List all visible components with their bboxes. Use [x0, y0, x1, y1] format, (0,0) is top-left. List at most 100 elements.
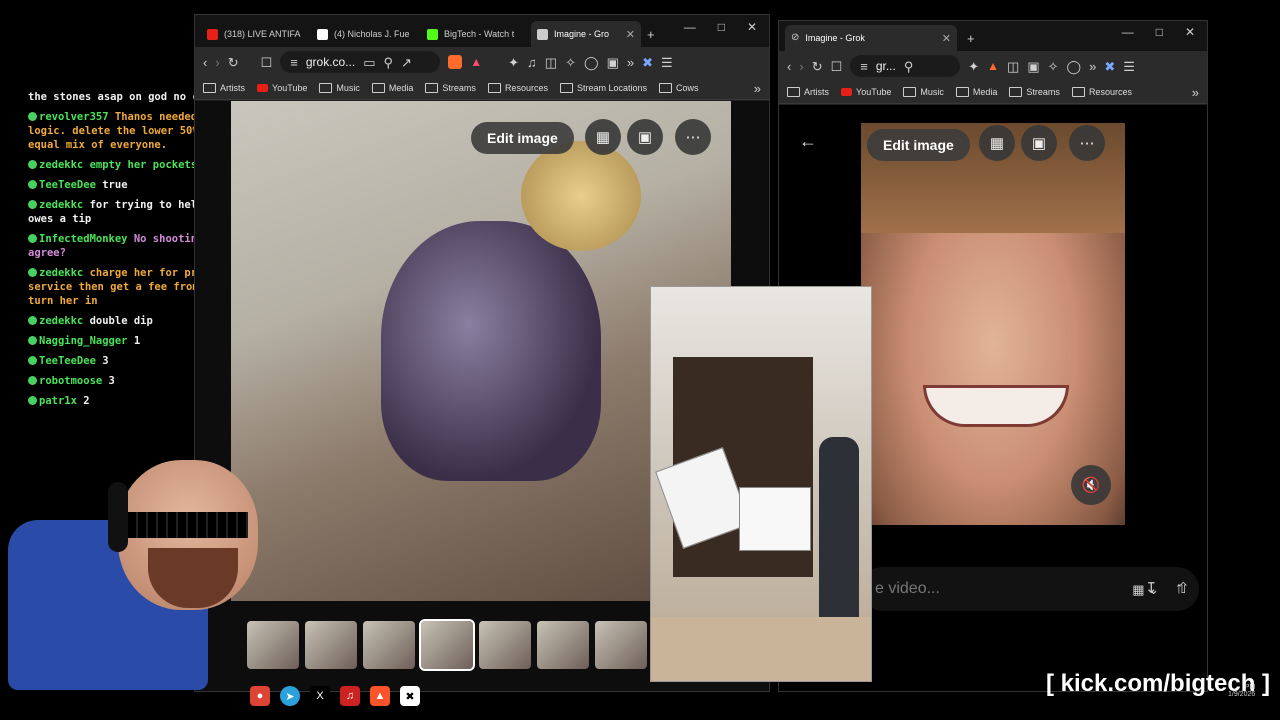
bookmark-cows[interactable]: Cows	[659, 83, 699, 93]
mute-icon[interactable]: 🔇	[1071, 465, 1111, 505]
thumbnail[interactable]	[419, 619, 475, 671]
tab-3[interactable]: Imagine - Gro ✕	[531, 21, 641, 47]
image-icon[interactable]: ▣	[1021, 125, 1057, 161]
thumbnail[interactable]	[305, 621, 357, 669]
forward-icon[interactable]: ›	[799, 60, 803, 73]
bookmark-artists[interactable]: Artists	[787, 87, 829, 97]
wallet-icon[interactable]: ▣	[607, 56, 619, 69]
more-options-icon[interactable]: ⋯	[1069, 125, 1105, 161]
edit-image-button[interactable]: Edit image	[867, 129, 970, 161]
bookmark-music[interactable]: Music	[319, 83, 360, 93]
bookmark-artists[interactable]: Artists	[203, 83, 245, 93]
back-icon[interactable]: ‹	[787, 60, 791, 73]
leo-icon[interactable]: ✧	[565, 56, 576, 69]
thumbnail[interactable]	[537, 621, 589, 669]
telegram-icon[interactable]: ➤	[280, 686, 300, 706]
close-window-icon[interactable]: ✕	[1185, 25, 1195, 39]
share-icon[interactable]: ↗	[401, 56, 412, 69]
bookmark-icon[interactable]: ☐	[261, 56, 273, 69]
voicemeeter-icon[interactable]: ♫	[340, 686, 360, 706]
music-icon[interactable]: ♫	[527, 56, 537, 69]
bookmark-resources[interactable]: Resources	[1071, 87, 1132, 97]
bookmark-media[interactable]: Media	[371, 83, 413, 93]
minimize-icon[interactable]: —	[1122, 25, 1134, 39]
tab-imagine-grok[interactable]: ⊘ Imagine - Grok ✕	[785, 25, 957, 51]
bookmark-resources[interactable]: Resources	[487, 83, 548, 93]
chat-username[interactable]: revolver357	[39, 111, 109, 123]
chat-username[interactable]: Nagging_Nagger	[39, 335, 128, 347]
sidebar-icon[interactable]: ◫	[1007, 60, 1019, 73]
bookmark-music[interactable]: Music	[903, 87, 944, 97]
bookmark-streams[interactable]: Streams	[1009, 87, 1060, 97]
chat-username[interactable]: zedekkc	[39, 159, 83, 171]
thumbnail[interactable]	[363, 621, 415, 669]
bookmark-stream-locations[interactable]: Stream Locations	[559, 83, 647, 93]
x-extension-icon[interactable]: ✖	[1104, 60, 1115, 73]
cast-icon[interactable]: ▭	[363, 56, 375, 69]
vpn-icon[interactable]: ◯	[584, 56, 599, 69]
menu-icon[interactable]: ☰	[661, 56, 673, 69]
minimize-icon[interactable]: —	[684, 20, 696, 34]
maximize-icon[interactable]: □	[718, 20, 725, 34]
video-icon[interactable]: ▦	[979, 125, 1015, 161]
address-bar[interactable]: ≡ gr... ⚲	[850, 55, 961, 77]
new-tab-icon[interactable]: +	[967, 32, 975, 45]
chat-username[interactable]: TeeTeeDee	[39, 355, 96, 367]
address-bar[interactable]: ≡ grok.co... ▭ ⚲ ↗	[280, 51, 441, 73]
back-icon[interactable]: ‹	[203, 56, 207, 69]
chat-username[interactable]: InfectedMonkey	[39, 233, 128, 245]
brave-shield-icon[interactable]: ▲	[987, 59, 999, 73]
prompt-input[interactable]: e video...	[875, 580, 940, 598]
brave-icon[interactable]: ▲	[370, 686, 390, 706]
extensions-icon[interactable]: ✦	[508, 56, 519, 69]
close-tab-icon[interactable]: ✕	[626, 28, 635, 41]
vpn-icon[interactable]: ◯	[1067, 60, 1082, 73]
download-icon[interactable]: ↧	[1145, 581, 1158, 596]
sidebar-icon[interactable]: ◫	[545, 56, 557, 69]
close-window-icon[interactable]: ✕	[747, 20, 757, 34]
extensions-icon[interactable]: ✦	[968, 60, 979, 73]
chat-username[interactable]: patr1x	[39, 395, 77, 407]
site-settings-icon[interactable]: ≡	[860, 60, 868, 73]
share-icon[interactable]: ⇧	[1177, 581, 1190, 596]
x-app-icon[interactable]: X	[310, 686, 330, 706]
thumbnail[interactable]	[247, 621, 299, 669]
forward-icon[interactable]: ›	[215, 56, 219, 69]
bookmark-streams[interactable]: Streams	[425, 83, 476, 93]
bookmark-youtube[interactable]: YouTube	[841, 87, 891, 97]
more-options-icon[interactable]: ⋯	[675, 119, 711, 155]
brave-rewards-icon[interactable]: ▲	[470, 55, 482, 69]
more-tools-icon[interactable]: »	[627, 56, 634, 69]
bookmark-icon[interactable]: ☐	[831, 60, 843, 73]
video-icon[interactable]: ▦	[585, 119, 621, 155]
thumbnail[interactable]	[595, 621, 647, 669]
chat-username[interactable]: TeeTeeDee	[39, 179, 96, 191]
leo-icon[interactable]: ✧	[1048, 60, 1059, 73]
chat-username[interactable]: zedekkc	[39, 315, 83, 327]
menu-icon[interactable]: ☰	[1123, 60, 1135, 73]
tab-1[interactable]: (4) Nicholas J. Fue	[311, 21, 421, 47]
thumbnail[interactable]	[479, 621, 531, 669]
site-settings-icon[interactable]: ≡	[290, 56, 298, 69]
tab-2[interactable]: BigTech - Watch t	[421, 21, 531, 47]
more-bookmarks-icon[interactable]: »	[754, 82, 761, 95]
reload-icon[interactable]: ↻	[812, 60, 823, 73]
x-extension-icon[interactable]: ✖	[642, 56, 653, 69]
chat-username[interactable]: robotmoose	[39, 375, 102, 387]
close-tab-icon[interactable]: ✕	[942, 32, 951, 45]
more-tools-icon[interactable]: »	[1089, 60, 1096, 73]
bookmark-media[interactable]: Media	[955, 87, 997, 97]
more-bookmarks-icon[interactable]: »	[1192, 86, 1199, 99]
chat-username[interactable]: zedekkc	[39, 267, 83, 279]
new-tab-icon[interactable]: +	[647, 28, 655, 41]
zoom-icon[interactable]: ⚲	[904, 60, 914, 73]
edit-image-button[interactable]: Edit image	[471, 122, 574, 154]
bookmark-youtube[interactable]: YouTube	[257, 83, 307, 93]
record-app-icon[interactable]: ●	[250, 686, 270, 706]
brave-shield-icon[interactable]	[448, 55, 463, 69]
chat-username[interactable]: zedekkc	[39, 199, 83, 211]
wallet-icon[interactable]: ▣	[1027, 60, 1039, 73]
image-icon[interactable]: ▣	[627, 119, 663, 155]
zoom-icon[interactable]: ⚲	[384, 56, 394, 69]
tab-0[interactable]: (318) LIVE ANTIFA	[201, 21, 311, 47]
